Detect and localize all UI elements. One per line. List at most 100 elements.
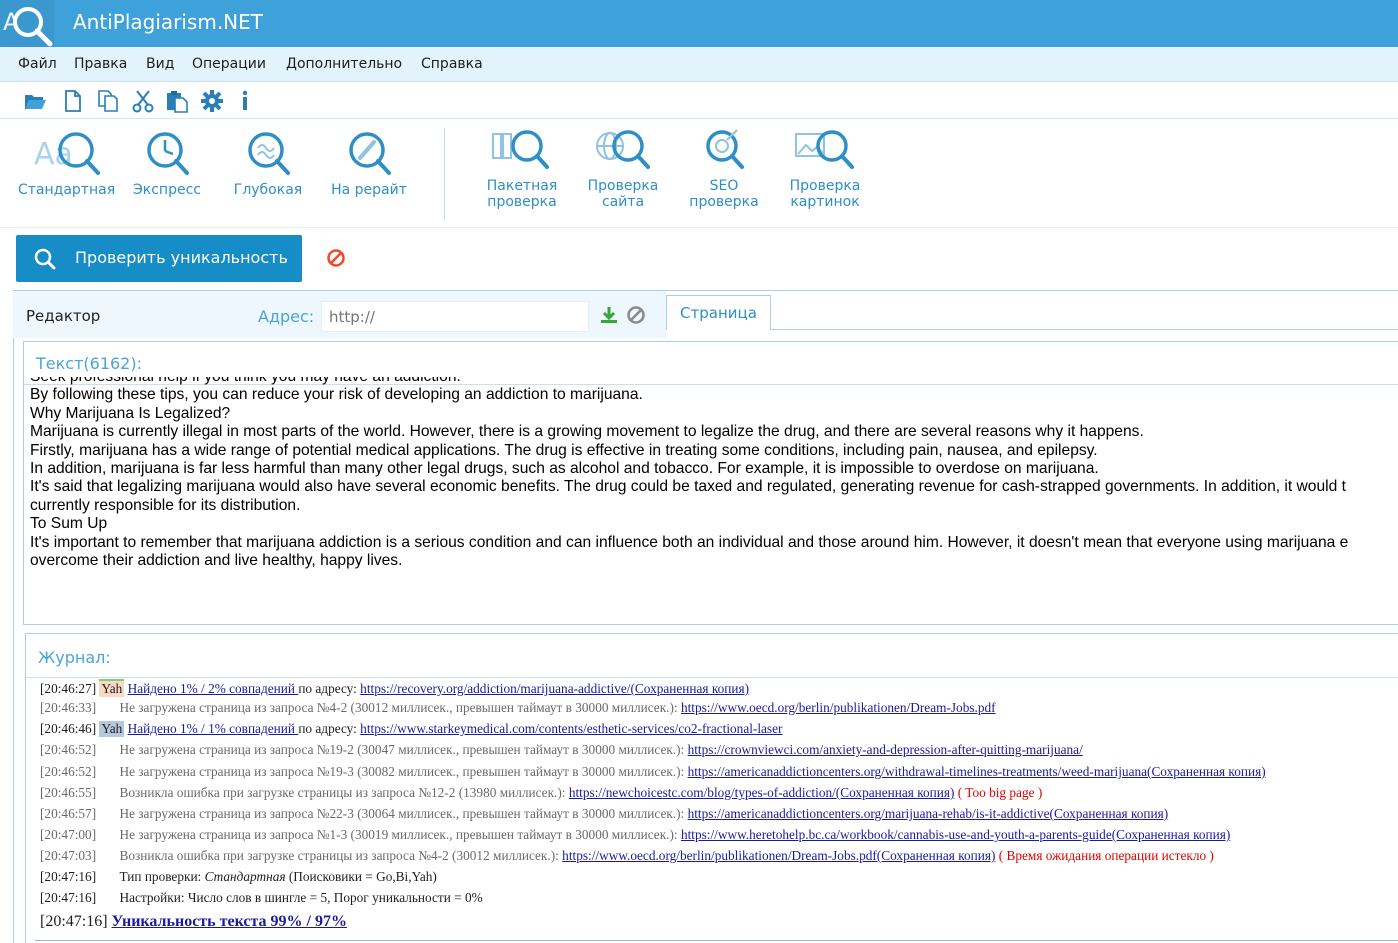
error-text: ( Too big page ) <box>954 785 1043 800</box>
log-time: [20:46:27] <box>40 681 97 696</box>
log-row: [20:46:46] Yah Найдено 1% / 1% совпадени… <box>40 721 782 739</box>
check-type-value: Стандартная <box>204 869 286 884</box>
url-link[interactable]: https://newchoicestc.com/blog/types-of-a… <box>569 785 955 800</box>
batch-check-button[interactable]: Пакетная проверка <box>482 126 562 210</box>
url-link[interactable]: https://www.heretohelp.bc.ca/workbook/ca… <box>681 827 1230 842</box>
final-result-row: [20:47:16] Уникальность текста 99% / 97% <box>40 913 347 931</box>
log-text: по адресу: <box>298 681 361 696</box>
editor-tab-label: Редактор <box>26 307 101 325</box>
settings-gear-icon[interactable] <box>200 89 224 113</box>
log-time: [20:46:33] <box>40 700 97 715</box>
log-text: (Поисковики = Go,Bi,Yah) <box>285 869 437 884</box>
express-check-icon <box>147 132 189 175</box>
seo-check-label-1: SEO <box>709 178 739 194</box>
deep-check-icon <box>248 132 290 175</box>
text-line: It's important to remember that marijuan… <box>30 533 1349 551</box>
info-icon[interactable] <box>236 89 260 113</box>
copy-icon[interactable] <box>96 89 120 113</box>
engine-tag: Yah <box>99 679 125 697</box>
log-time: [20:46:57] <box>40 806 97 821</box>
url-link[interactable]: https://www.oecd.org/berlin/publikatione… <box>681 700 996 715</box>
url-link[interactable]: https://americanaddictioncenters.org/mar… <box>688 806 1169 821</box>
log-time: [20:46:55] <box>40 785 97 800</box>
cut-icon[interactable] <box>131 89 155 113</box>
new-file-icon[interactable] <box>61 89 85 113</box>
clear-address-icon[interactable] <box>626 305 646 325</box>
log-text: Тип проверки: <box>119 869 205 884</box>
url-link[interactable]: https://americanaddictioncenters.org/wit… <box>688 764 1266 779</box>
text-line: In addition, marijuana is far less harmf… <box>30 459 1099 477</box>
log-text: Не загружена страница из запроса №19-2 (… <box>119 742 688 757</box>
log-time: [20:46:52] <box>40 764 97 779</box>
log-text: по адресу: <box>298 721 361 736</box>
standard-check-icon: Aa <box>34 132 100 175</box>
open-folder-icon[interactable] <box>23 89 47 113</box>
check-uniqueness-label: Проверить уникальность <box>75 248 288 267</box>
standard-check-label: Стандартная <box>18 182 116 198</box>
menu-file[interactable]: Файл <box>18 56 57 72</box>
app-logo-icon: A <box>0 0 54 47</box>
match-link[interactable]: Найдено 1% / 1% совпадений <box>128 721 299 736</box>
seo-check-button[interactable]: SEO проверка <box>684 126 764 210</box>
menu-operations[interactable]: Операции <box>192 56 266 72</box>
log-text: Не загружена страница из запроса №22-3 (… <box>119 806 688 821</box>
seo-check-icon <box>706 129 744 169</box>
seo-check-label-2: проверка <box>689 194 759 210</box>
text-line: Why Marijuana Is Legalized? <box>30 404 231 422</box>
paste-icon[interactable] <box>165 89 189 113</box>
tab-underline <box>771 329 1398 330</box>
bottom-divider <box>35 940 1398 941</box>
journal-header-divider <box>26 677 1398 678</box>
rewrite-check-label: На рерайт <box>331 182 407 198</box>
express-check-label: Экспресс <box>133 182 201 198</box>
log-time: [20:46:46] <box>40 721 97 736</box>
site-check-label-1: Проверка <box>587 178 659 194</box>
rewrite-check-button[interactable]: На рерайт <box>328 126 410 198</box>
menu-view[interactable]: Вид <box>146 56 174 72</box>
log-row: [20:46:52] Не загружена страница из запр… <box>40 764 1266 782</box>
text-line: By following these tips, you can reduce … <box>30 386 643 404</box>
site-check-icon <box>596 130 650 169</box>
deep-check-button[interactable]: Глубокая <box>229 126 307 198</box>
journal-header: Журнал: <box>38 648 111 667</box>
site-check-button[interactable]: Проверка сайта <box>583 126 663 210</box>
log-text: Настройки: Число слов в шингле = 5, Поро… <box>119 890 483 905</box>
text-editor-area[interactable]: Seek professional help if you think you … <box>30 377 1398 587</box>
log-row: [20:46:55] Возникла ошибка при загрузке … <box>40 785 1042 803</box>
menu-help[interactable]: Справка <box>421 56 483 72</box>
log-row: [20:47:03] Возникла ошибка при загрузке … <box>40 848 1214 866</box>
check-uniqueness-button[interactable]: Проверить уникальность <box>16 235 302 282</box>
uniqueness-result-link[interactable]: Уникальность текста 99% / 97% <box>112 913 347 930</box>
menu-extra[interactable]: Дополнительно <box>286 56 402 72</box>
text-header: Текст(6162): <box>36 354 142 373</box>
log-row: [20:46:33] Не загружена страница из запр… <box>40 700 996 718</box>
download-icon[interactable] <box>599 305 619 325</box>
url-link[interactable]: https://www.starkeymedical.com/contents/… <box>360 721 782 736</box>
address-input[interactable] <box>321 301 589 332</box>
log-row: [20:47:00] Не загружена страница из запр… <box>40 827 1230 845</box>
standard-check-button[interactable]: Aa Стандартная <box>18 126 116 198</box>
log-text: Возникла ошибка при загрузке страницы из… <box>119 785 569 800</box>
image-check-button[interactable]: Проверка картинок <box>785 126 865 210</box>
text-line: It's said that legalizing marijuana woul… <box>30 478 1346 496</box>
deep-check-label: Глубокая <box>233 182 303 198</box>
tab-page[interactable]: Страница <box>666 295 771 330</box>
ribbon-separator <box>444 128 445 220</box>
stop-icon[interactable] <box>326 248 346 268</box>
log-text: Не загружена страница из запроса №1-3 (3… <box>119 827 681 842</box>
menu-edit[interactable]: Правка <box>74 56 127 72</box>
check-type-ribbon: Aa Стандартная Экспресс Глубокая На рера <box>0 120 1398 228</box>
url-link[interactable]: https://recovery.org/addiction/marijuana… <box>360 681 749 696</box>
url-link[interactable]: https://crownviewci.com/anxiety-and-depr… <box>688 742 1083 757</box>
express-check-button[interactable]: Экспресс <box>128 126 206 198</box>
image-check-icon <box>795 130 854 169</box>
text-line: overcome their addiction and live health… <box>30 551 403 569</box>
log-time: [20:47:03] <box>40 848 97 863</box>
url-link[interactable]: https://www.oecd.org/berlin/publikatione… <box>562 848 995 863</box>
log-text: Возникла ошибка при загрузке страницы из… <box>119 848 563 863</box>
app-title: AntiPlagiarism.NET <box>73 10 263 34</box>
match-link[interactable]: Найдено 1% / 2% совпадений <box>128 681 299 696</box>
log-time: [20:47:16] <box>40 869 97 884</box>
search-icon <box>34 248 56 270</box>
rewrite-check-icon <box>349 132 391 175</box>
